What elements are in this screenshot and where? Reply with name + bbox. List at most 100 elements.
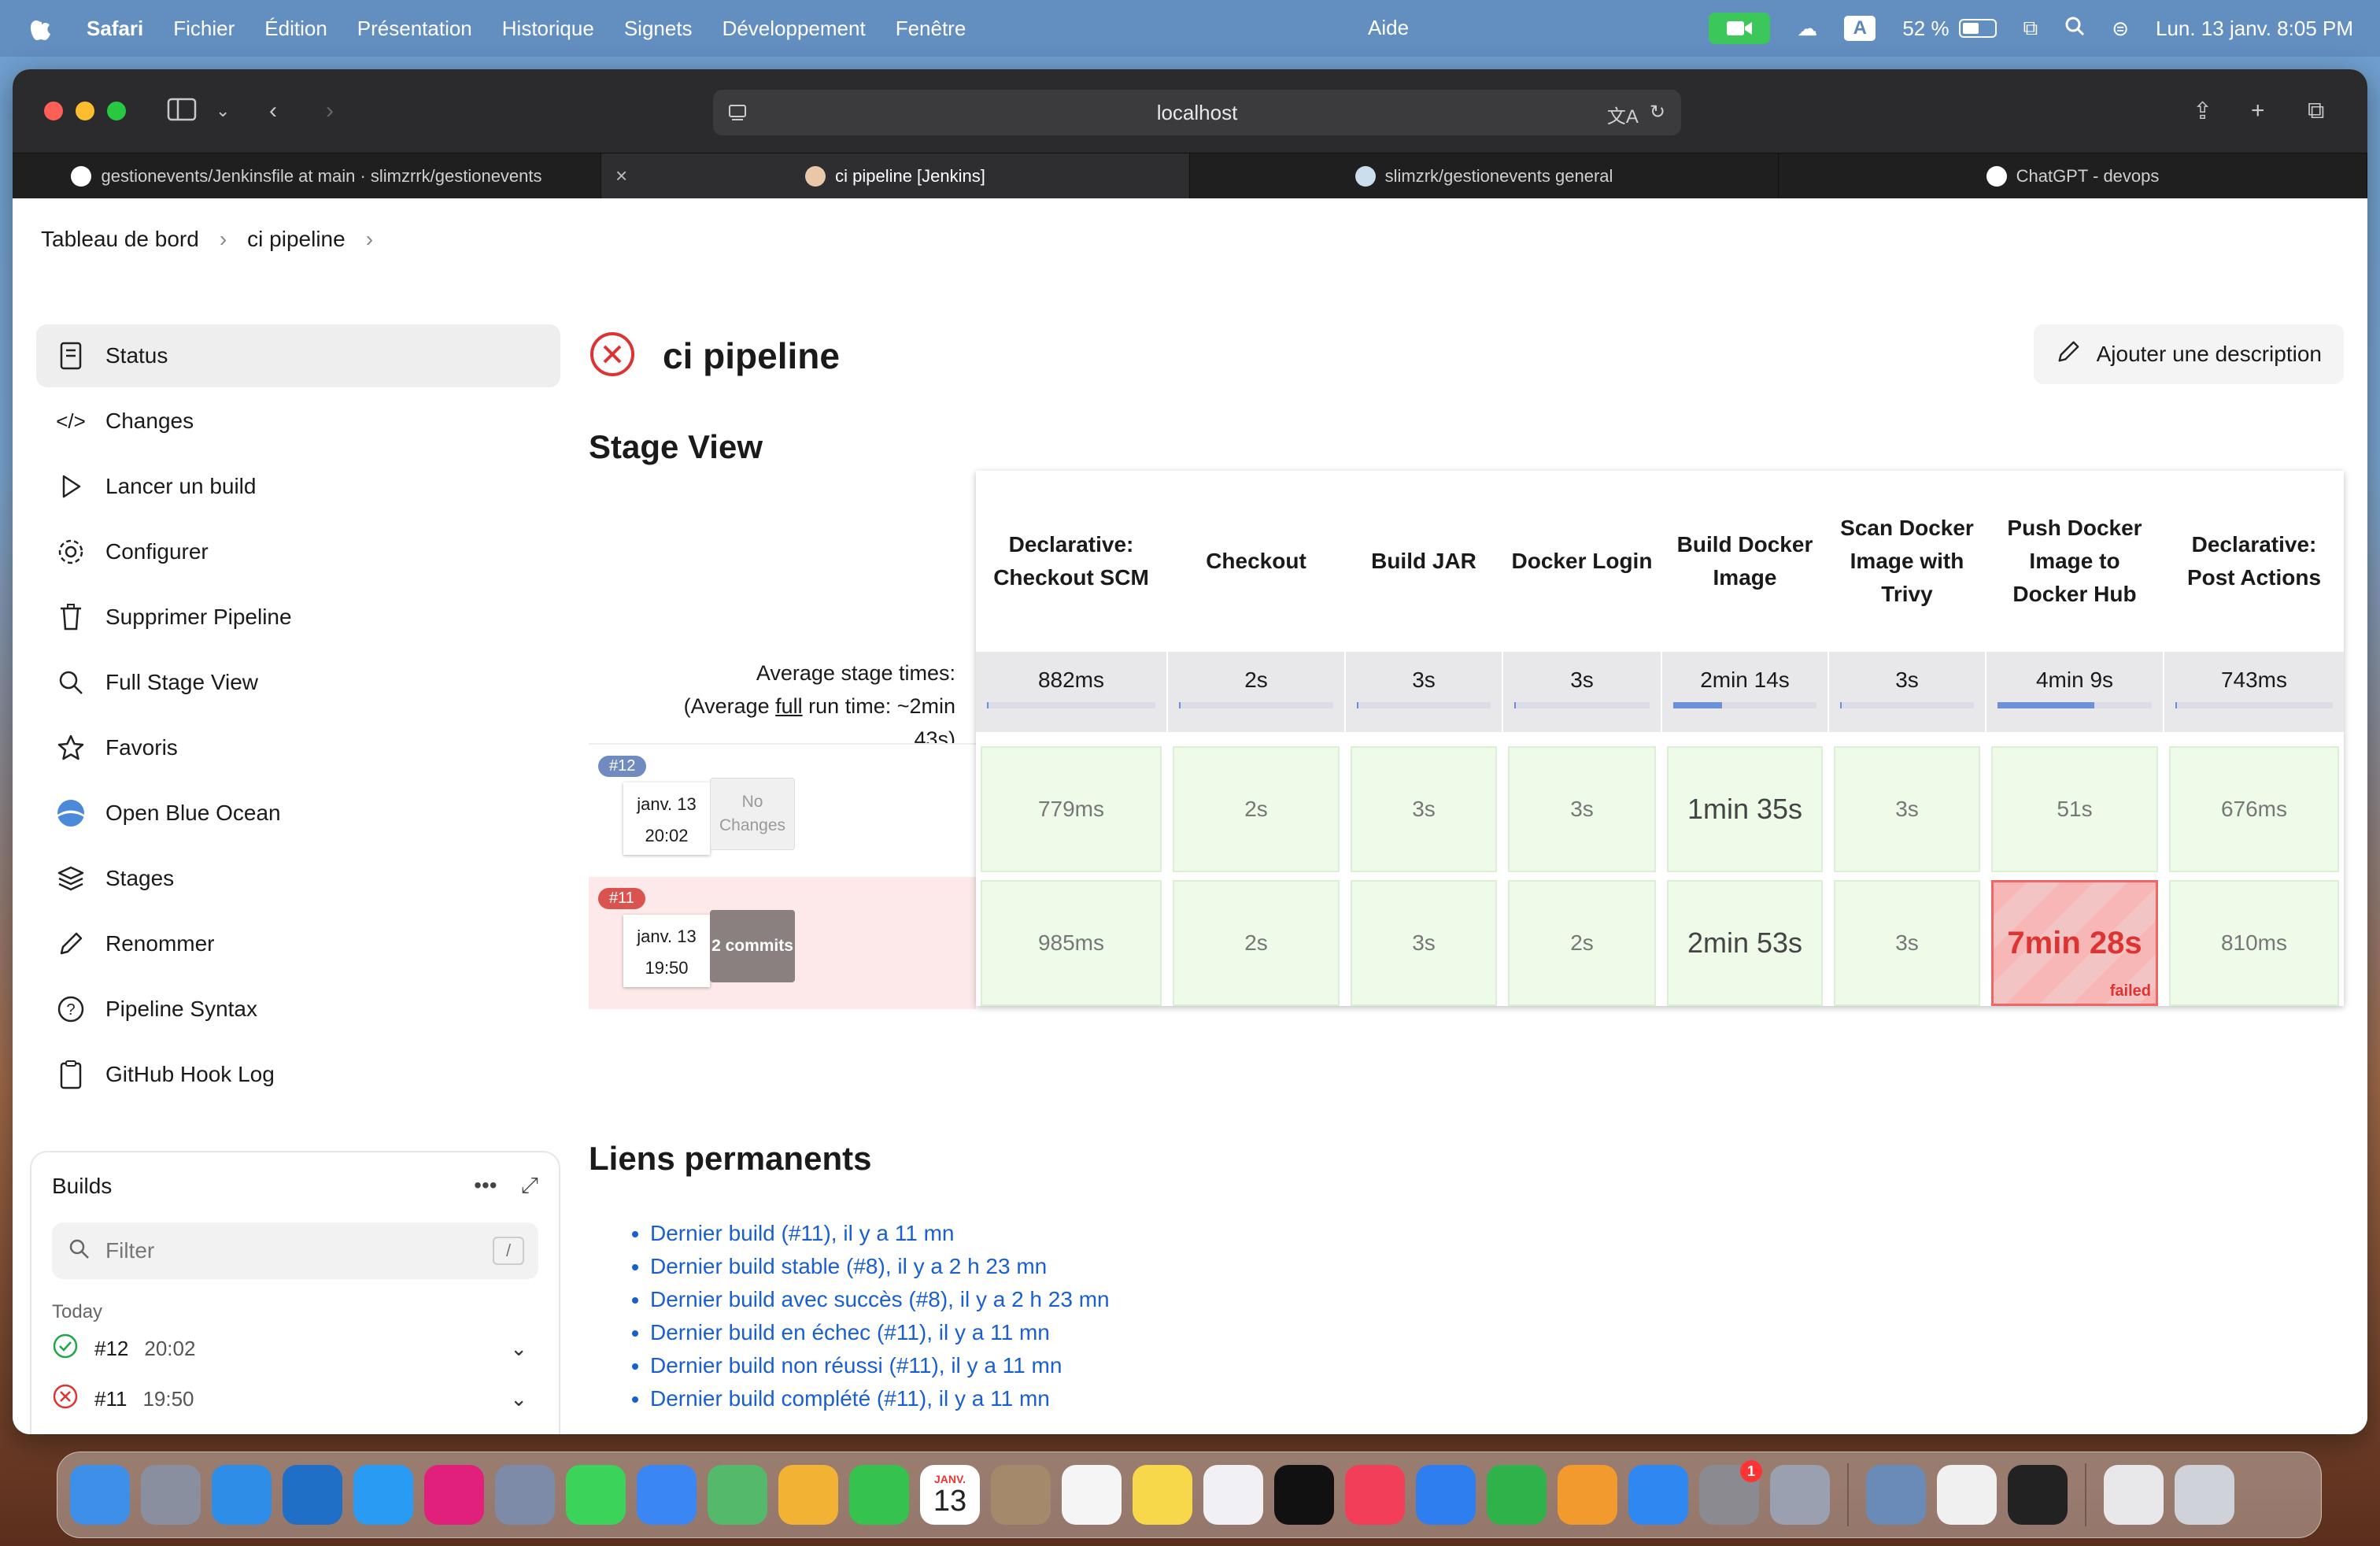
weather-icon[interactable]: ☁	[1797, 17, 1817, 41]
dock-tv-icon[interactable]	[1274, 1465, 1334, 1525]
sidebar-item-favoris[interactable]: Favoris	[36, 716, 560, 779]
more-options-icon[interactable]: •••	[474, 1173, 497, 1199]
sidebar-item-stages[interactable]: Stages	[36, 847, 560, 910]
dock-numbers-icon[interactable]	[1487, 1465, 1547, 1525]
dock-messages-icon[interactable]	[566, 1465, 626, 1525]
menu-historique[interactable]: Historique	[502, 17, 594, 41]
stage-cell[interactable]: 3s	[1351, 746, 1497, 872]
dock-facetime-icon[interactable]	[849, 1465, 909, 1525]
stage-cell[interactable]: 2min 53s	[1667, 880, 1823, 1006]
address-bar[interactable]: localhost 文A ↻	[713, 90, 1681, 135]
dock-preview-icon[interactable]	[1866, 1465, 1926, 1525]
tab-overview-icon[interactable]: ⧉	[2308, 98, 2324, 124]
stage-cell[interactable]: 3s	[1508, 746, 1656, 872]
stage-cell[interactable]: 2s	[1173, 880, 1340, 1006]
dock-textedit-icon[interactable]	[1937, 1465, 1997, 1525]
permalink-item[interactable]: Dernier build avec succès (#8), il y a 2…	[650, 1283, 1110, 1316]
build-badge[interactable]: #11	[598, 888, 645, 909]
stage-cell[interactable]: 2s	[1508, 880, 1656, 1006]
menu-presentation[interactable]: Présentation	[357, 17, 472, 41]
sidebar-item-full-stage-view[interactable]: Full Stage View	[36, 651, 560, 714]
forward-icon[interactable]: ›	[326, 98, 334, 124]
dock-contacts-icon[interactable]	[991, 1465, 1051, 1525]
sidebar-item-blue-ocean[interactable]: Open Blue Ocean	[36, 782, 560, 845]
dock-finder-icon[interactable]	[70, 1465, 130, 1525]
sidebar-item-pipeline-syntax[interactable]: ? Pipeline Syntax	[36, 978, 560, 1041]
stage-cell[interactable]: 3s	[1834, 880, 1980, 1006]
menu-edition[interactable]: Édition	[264, 17, 327, 41]
menu-fichier[interactable]: Fichier	[173, 17, 235, 41]
permalink-item[interactable]: Dernier build non réussi (#11), il y a 1…	[650, 1349, 1110, 1382]
tab-github-jenkinsfile[interactable]: gestionevents/Jenkinsfile at main · slim…	[13, 153, 601, 198]
sidebar-item-status[interactable]: Status	[36, 324, 560, 387]
sidebar-item-supprimer[interactable]: Supprimer Pipeline	[36, 586, 560, 649]
build-badge[interactable]: #12	[598, 756, 647, 777]
dock-music-icon[interactable]	[1345, 1465, 1405, 1525]
stage-cell[interactable]: 51s	[1991, 746, 2158, 872]
dock-terminal-icon[interactable]	[2008, 1465, 2068, 1525]
stage-cell[interactable]: 985ms	[981, 880, 1162, 1006]
stage-cell[interactable]: 810ms	[2169, 880, 2339, 1006]
chevron-down-icon[interactable]: ⌄	[510, 1387, 527, 1411]
back-icon[interactable]: ‹	[269, 98, 277, 124]
input-source-icon[interactable]: A	[1844, 16, 1876, 41]
menu-aide[interactable]: Aide	[1368, 16, 1409, 40]
tab-jenkins-ci-pipeline[interactable]: × ci pipeline [Jenkins]	[601, 153, 1190, 198]
build-row-11[interactable]: #11 19:50 ⌄	[52, 1374, 538, 1424]
control-center-icon[interactable]: ⊜	[2112, 17, 2129, 41]
stage-cell[interactable]: 3s	[1351, 880, 1497, 1006]
close-tab-icon[interactable]: ×	[615, 164, 627, 188]
share-icon[interactable]: ⇪	[2193, 98, 2212, 125]
run-label-11[interactable]: #11 janv. 13 19:50 2 commits	[589, 877, 976, 1009]
page-settings-icon[interactable]	[727, 102, 748, 128]
dock-notes-icon[interactable]	[1133, 1465, 1192, 1525]
dock-photos-icon[interactable]	[778, 1465, 838, 1525]
translate-icon[interactable]: 文A	[1607, 101, 1639, 128]
menu-signets[interactable]: Signets	[624, 17, 693, 41]
stage-cell[interactable]: 3s	[1834, 746, 1980, 872]
stage-cell[interactable]: 779ms	[981, 746, 1162, 872]
menu-datetime[interactable]: Lun. 13 janv. 8:05 PM	[2156, 17, 2353, 41]
dock-maps-icon[interactable]	[708, 1465, 767, 1525]
dock-safari-icon[interactable]	[212, 1465, 272, 1525]
breadcrumb-dashboard[interactable]: Tableau de bord	[41, 227, 199, 252]
close-window-button[interactable]	[44, 102, 63, 120]
stage-cell-failed[interactable]: 7min 28s failed	[1991, 880, 2158, 1006]
zoom-window-button[interactable]	[107, 102, 126, 120]
dock-intellij-icon[interactable]	[424, 1465, 484, 1525]
menu-developpement[interactable]: Développement	[722, 17, 866, 41]
dock-freeform-icon[interactable]	[1203, 1465, 1263, 1525]
permalink-item[interactable]: Dernier build (#11), il y a 11 mn	[650, 1217, 1110, 1250]
battery-status[interactable]: 52 %	[1902, 17, 1997, 41]
minimize-window-button[interactable]	[76, 102, 94, 120]
stage-cell[interactable]: 676ms	[2169, 746, 2339, 872]
breadcrumb-ci-pipeline[interactable]: ci pipeline	[247, 227, 346, 252]
camera-in-use-icon[interactable]	[1709, 13, 1771, 44]
builds-filter-input[interactable]: Filter /	[52, 1222, 538, 1279]
tab-chatgpt[interactable]: ChatGPT - devops	[1779, 153, 2367, 198]
chevron-down-icon[interactable]: ⌄	[216, 101, 230, 121]
stage-cell[interactable]: 1min 35s	[1667, 746, 1823, 872]
dock-vscode-icon[interactable]	[283, 1465, 342, 1525]
screen-mirroring-icon[interactable]: ⧉	[2023, 16, 2038, 41]
spotlight-search-icon[interactable]	[2064, 16, 2085, 42]
dock-system-settings-icon[interactable]: 1	[1699, 1460, 1762, 1525]
dock-settings-app-icon[interactable]	[495, 1465, 555, 1525]
add-description-button[interactable]: Ajouter une description	[2033, 324, 2344, 384]
dock-pages-icon[interactable]	[1558, 1465, 1617, 1525]
dock-docker-icon[interactable]	[353, 1465, 413, 1525]
build-row-12[interactable]: #12 20:02 ⌄	[52, 1323, 538, 1374]
dock-iphone-mirroring-icon[interactable]	[1770, 1465, 1830, 1525]
dock-launchpad-icon[interactable]	[141, 1465, 201, 1525]
dock-reminders-icon[interactable]	[1062, 1465, 1122, 1525]
apple-menu-icon[interactable]	[30, 15, 54, 42]
sidebar-item-github-hook-log[interactable]: GitHub Hook Log	[36, 1043, 560, 1106]
sidebar-item-configurer[interactable]: Configurer	[36, 520, 560, 583]
chevron-down-icon[interactable]: ⌄	[510, 1337, 527, 1361]
dock-documents-icon[interactable]	[2104, 1465, 2164, 1525]
sidebar-item-lancer-build[interactable]: Lancer un build	[36, 455, 560, 518]
dock-trash-icon[interactable]	[2175, 1465, 2234, 1525]
run-label-12[interactable]: #12 janv. 13 20:02 No Changes	[589, 743, 976, 875]
tab-gestionevents-general[interactable]: slimzrk/gestionevents general	[1190, 153, 1779, 198]
dock-app-store-icon[interactable]	[1628, 1465, 1688, 1525]
